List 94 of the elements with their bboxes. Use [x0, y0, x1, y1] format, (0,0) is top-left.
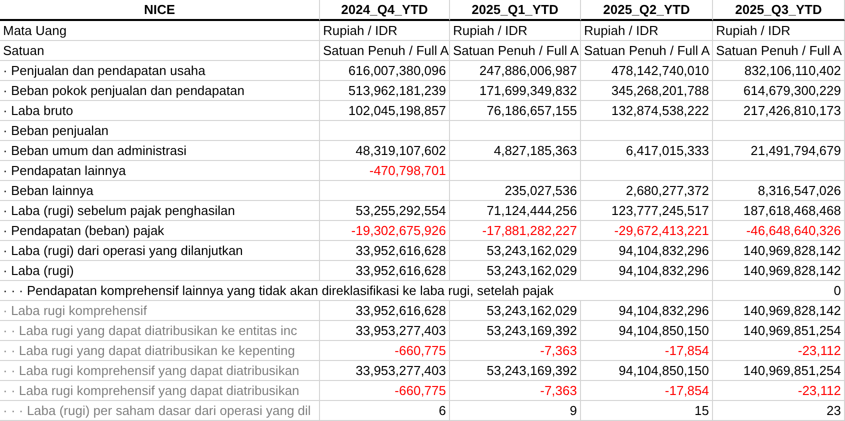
table-cell: 23 — [713, 401, 845, 421]
column-header: 2025_Q1_YTD — [450, 0, 581, 21]
row-label: · · Laba rugi komprehensif yang dapat diatribusikan — [0, 361, 320, 381]
table-cell: 140,969,828,142 — [713, 301, 845, 321]
table-cell: 345,268,201,788 — [581, 81, 713, 101]
table-cell: 0 — [713, 281, 845, 301]
table-cell: 33,952,616,628 — [320, 241, 450, 261]
table-cell: Satuan Penuh / Full A — [320, 41, 450, 61]
table-cell: 48,319,107,602 — [320, 141, 450, 161]
table-cell: 33,953,277,403 — [320, 321, 450, 341]
table-cell: 832,106,110,402 — [713, 61, 845, 81]
table-cell: 6 — [320, 401, 450, 421]
table-cell: 53,243,162,029 — [450, 261, 581, 281]
table-cell: Rupiah / IDR — [320, 21, 450, 41]
table-cell: 132,874,538,222 — [581, 101, 713, 121]
table-cell: 187,618,468,468 — [713, 201, 845, 221]
table-cell: 53,243,162,029 — [450, 241, 581, 261]
table-cell: 94,104,832,296 — [581, 241, 713, 261]
table-cell: 94,104,832,296 — [581, 261, 713, 281]
table-cell: 53,255,292,554 — [320, 201, 450, 221]
row-label: · · · Laba (rugi) per saham dasar dari operasi yang dil — [0, 401, 320, 421]
table-cell: 123,777,245,517 — [581, 201, 713, 221]
table-cell: 71,124,444,256 — [450, 201, 581, 221]
column-header: NICE — [0, 0, 320, 21]
table-cell: -17,881,282,227 — [450, 221, 581, 241]
table-cell: 53,243,169,392 — [450, 321, 581, 341]
table-cell: 217,426,810,173 — [713, 101, 845, 121]
table-cell: 102,045,198,857 — [320, 101, 450, 121]
table-cell: 478,142,740,010 — [581, 61, 713, 81]
table-cell: 171,699,349,832 — [450, 81, 581, 101]
table-cell: -17,854 — [581, 381, 713, 401]
table-cell: -23,112 — [713, 381, 845, 401]
table-cell: -46,648,640,326 — [713, 221, 845, 241]
row-label: · Laba (rugi) dari operasi yang dilanjutkan — [0, 241, 320, 261]
row-label: Satuan — [0, 41, 320, 61]
table-cell: 94,104,850,150 — [581, 361, 713, 381]
table-cell: 140,969,851,254 — [713, 321, 845, 341]
table-cell: 94,104,832,296 — [581, 301, 713, 321]
table-cell: 2,680,277,372 — [581, 181, 713, 201]
table-cell: -7,363 — [450, 341, 581, 361]
table-cell: -7,363 — [450, 381, 581, 401]
row-label: · · Laba rugi yang dapat diatribusikan ke entitas inc — [0, 321, 320, 341]
row-label: · Beban pokok penjualan dan pendapatan — [0, 81, 320, 101]
row-label: · Pendapatan lainnya — [0, 161, 320, 181]
row-label: · Penjualan dan pendapatan usaha — [0, 61, 320, 81]
table-cell: -19,302,675,926 — [320, 221, 450, 241]
table-cell: Satuan Penuh / Full A — [450, 41, 581, 61]
table-cell: 33,953,277,403 — [320, 361, 450, 381]
table-cell: 76,186,657,155 — [450, 101, 581, 121]
table-cell: 15 — [581, 401, 713, 421]
table-cell: 6,417,015,333 — [581, 141, 713, 161]
row-label: · Beban umum dan administrasi — [0, 141, 320, 161]
table-cell: 247,886,006,987 — [450, 61, 581, 81]
table-cell: 513,962,181,239 — [320, 81, 450, 101]
table-cell: 235,027,536 — [450, 181, 581, 201]
row-label: · Laba rugi komprehensif — [0, 301, 320, 321]
table-cell: -470,798,701 — [320, 161, 450, 181]
column-header: 2025_Q2_YTD — [581, 0, 713, 21]
row-label: · Laba bruto — [0, 101, 320, 121]
row-label: · Laba (rugi) — [0, 261, 320, 281]
table-cell: 53,243,162,029 — [450, 301, 581, 321]
table-cell: 140,969,851,254 — [713, 361, 845, 381]
table-cell: Satuan Penuh / Full A — [713, 41, 845, 61]
table-cell: 8,316,547,026 — [713, 181, 845, 201]
table-cell: Rupiah / IDR — [450, 21, 581, 41]
row-label: · Laba (rugi) sebelum pajak penghasilan — [0, 201, 320, 221]
table-cell: 616,007,380,096 — [320, 61, 450, 81]
table-cell: 614,679,300,229 — [713, 81, 845, 101]
table-cell: -660,775 — [320, 341, 450, 361]
row-label: · Pendapatan (beban) pajak — [0, 221, 320, 241]
table-cell: 140,969,828,142 — [713, 241, 845, 261]
table-cell: -23,112 — [713, 341, 845, 361]
table-cell: 33,952,616,628 — [320, 261, 450, 281]
table-cell: 9 — [450, 401, 581, 421]
table-cell: 140,969,828,142 — [713, 261, 845, 281]
row-label: · · · Pendapatan komprehensif lainnya yang tidak akan direklasifikasi ke laba rugi, setelah pajak — [0, 281, 713, 301]
table-cell: Rupiah / IDR — [713, 21, 845, 41]
row-label: · · Laba rugi komprehensif yang dapat diatribusikan — [0, 381, 320, 401]
table-cell: Satuan Penuh / Full A — [581, 41, 713, 61]
column-header: 2025_Q3_YTD — [713, 0, 845, 21]
table-cell: 21,491,794,679 — [713, 141, 845, 161]
row-label: · Beban lainnya — [0, 181, 320, 201]
table-cell: 53,243,169,392 — [450, 361, 581, 381]
row-label: Mata Uang — [0, 21, 320, 41]
table-cell: 94,104,850,150 — [581, 321, 713, 341]
table-cell: Rupiah / IDR — [581, 21, 713, 41]
table-cell: -660,775 — [320, 381, 450, 401]
table-cell: 4,827,185,363 — [450, 141, 581, 161]
table-cell: 33,952,616,628 — [320, 301, 450, 321]
table-cell: -29,672,413,221 — [581, 221, 713, 241]
table-cell: -17,854 — [581, 341, 713, 361]
column-header: 2024_Q4_YTD — [320, 0, 450, 21]
row-label: · Beban penjualan — [0, 121, 320, 141]
row-label: · · Laba rugi yang dapat diatribusikan ke kepenting — [0, 341, 320, 361]
